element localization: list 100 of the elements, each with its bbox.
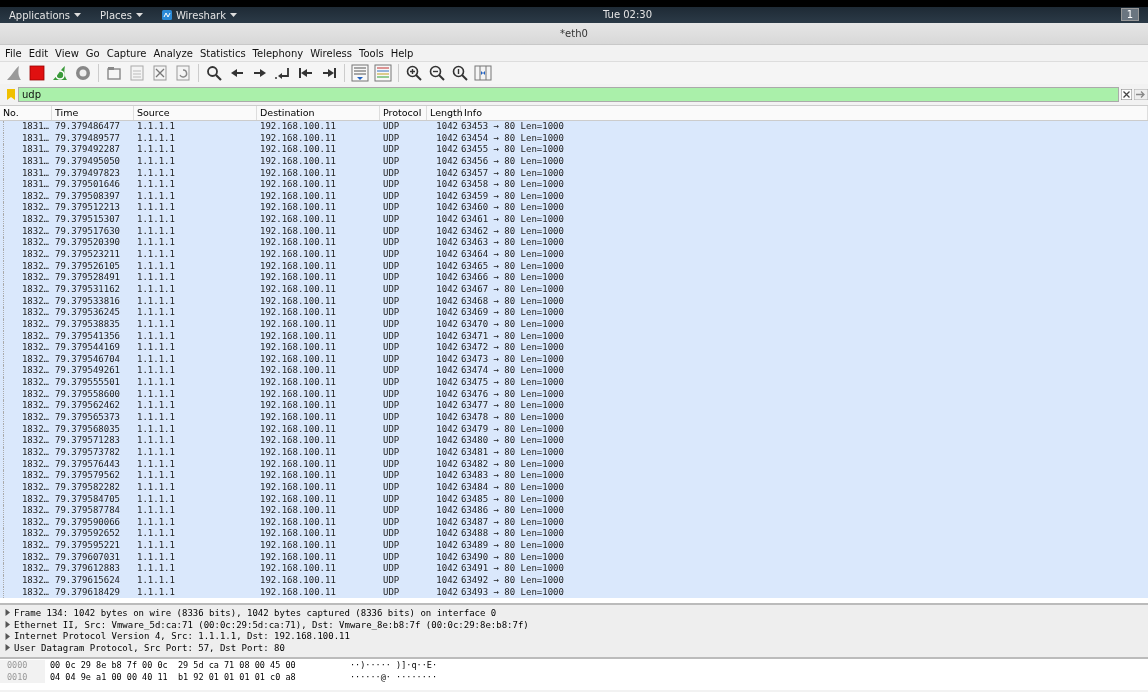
colorize-icon[interactable] <box>373 63 393 83</box>
detail-line[interactable]: User Datagram Protocol, Src Port: 57, Dst Port: 80 <box>14 642 285 653</box>
table-cell-text: 1.1.1.1 <box>136 446 176 459</box>
table-cell-text: 63463 → 80 Len=1000 <box>461 237 565 250</box>
table-cell-text: UDP <box>382 586 401 599</box>
menu-item[interactable]: Capture <box>106 47 147 59</box>
table-cell-text: 63482 → 80 Len=1000 <box>461 458 565 471</box>
autoscroll-icon[interactable] <box>350 63 370 83</box>
display-filter-field[interactable]: udp <box>18 87 1119 102</box>
table-cell-text: 1042 <box>435 563 459 575</box>
table-cell-text: 192.168.100.11 <box>259 155 337 168</box>
table-cell-text: UDP <box>382 190 401 203</box>
reload-icon[interactable] <box>173 63 193 83</box>
column-header[interactable]: Destination <box>257 106 380 120</box>
table-cell-text: UDP <box>382 237 401 250</box>
table-cell-text: UDP <box>382 446 401 459</box>
search-icon[interactable] <box>204 63 224 83</box>
zoom-in-icon[interactable] <box>404 63 424 83</box>
table-cell-text: 192.168.100.11 <box>259 446 337 459</box>
table-cell-text: 1042 <box>435 295 459 308</box>
table-cell-text: 192.168.100.11 <box>259 528 337 541</box>
table-cell-text: 1042 <box>435 330 459 343</box>
close-icon[interactable] <box>150 63 170 83</box>
detail-line[interactable]: Frame 134: 1042 bytes on wire (8336 bits), 1042 bytes captured (8336 bits) on interface 0 <box>14 607 497 618</box>
table-cell-text: UDP <box>382 388 401 401</box>
table-cell-text: 1.1.1.1 <box>136 493 176 506</box>
expander-icon[interactable] <box>4 609 11 617</box>
table-cell: 1832… <box>3 342 52 354</box>
table-cell-text: 63481 → 80 Len=1000 <box>461 446 565 459</box>
column-header[interactable]: Info <box>461 106 1148 120</box>
menu-item[interactable]: Tools <box>359 47 384 59</box>
table-cell-text: 1.1.1.1 <box>136 121 176 133</box>
workspace-indicator[interactable]: 1 <box>1120 8 1139 21</box>
table-cell-text: 63476 → 80 Len=1000 <box>461 388 565 401</box>
table-cell-text: 1.1.1.1 <box>136 155 176 168</box>
table-cell-text: 79.379501646 <box>54 179 122 191</box>
table-cell: 1832… <box>3 446 52 459</box>
expander-icon[interactable] <box>4 644 11 652</box>
table-cell-text: 1042 <box>435 179 459 191</box>
zoom-reset-icon[interactable] <box>450 63 470 83</box>
top-menu[interactable]: Wireshark <box>175 9 226 21</box>
table-cell-text: 79.379612883 <box>54 563 122 575</box>
top-menu[interactable]: Applications <box>9 9 71 21</box>
top-menu[interactable]: Places <box>100 9 132 21</box>
table-cell-text: 63474 → 80 Len=1000 <box>461 365 565 378</box>
table-cell-text: 192.168.100.11 <box>259 225 337 238</box>
clock[interactable]: Tue 02:30 <box>603 9 653 20</box>
column-header[interactable]: Protocol <box>380 106 427 120</box>
detail-line[interactable]: Internet Protocol Version 4, Src: 1.1.1.1, Dst: 192.168.100.11 <box>14 631 350 642</box>
zoom-out-icon[interactable] <box>427 63 447 83</box>
table-cell-text: 1042 <box>435 586 459 599</box>
table-cell-text: UDP <box>382 470 401 482</box>
menu-item[interactable]: Statistics <box>199 47 246 59</box>
detail-line[interactable]: Ethernet II, Src: Vmware_5d:ca:71 (00:0c:29:5d:ca:71), Dst: Vmware_8e:b8:7f (00:0c:29:8e:b8:7f) <box>14 619 529 630</box>
table-cell-text: 79.379492287 <box>54 144 122 156</box>
menu-item[interactable]: File <box>5 47 22 59</box>
menu-item[interactable]: Analyze <box>153 47 193 59</box>
table-cell-text: 1.1.1.1 <box>136 400 176 412</box>
table-cell-text: 79.379541356 <box>54 330 122 343</box>
table-cell-text: UDP <box>382 272 401 284</box>
table-cell-text: 192.168.100.11 <box>259 563 337 575</box>
table-cell-text: 63492 → 80 Len=1000 <box>461 575 565 587</box>
menu-item[interactable]: Wireless <box>310 47 352 59</box>
restart-icon[interactable] <box>50 63 70 83</box>
table-cell-text: 192.168.100.11 <box>259 307 337 319</box>
table-cell-text: 79.379486477 <box>54 121 122 133</box>
table-cell-text: 79.379508397 <box>54 190 122 203</box>
table-cell-text: UDP <box>382 225 401 238</box>
expander-icon[interactable] <box>4 621 11 629</box>
table-cell-text: 1.1.1.1 <box>136 295 176 308</box>
table-cell-text: 79.379546704 <box>54 353 122 366</box>
stop-icon[interactable] <box>27 63 47 83</box>
table-cell-text: 192.168.100.11 <box>259 435 337 447</box>
menu-item[interactable]: Go <box>85 47 100 59</box>
table-cell: 1831… <box>3 155 52 168</box>
table-cell-text: 192.168.100.11 <box>259 283 337 296</box>
expander-icon[interactable] <box>4 632 11 640</box>
table-cell-text: 1042 <box>435 540 459 552</box>
table-cell: 1832… <box>3 575 52 587</box>
table-cell-text: UDP <box>382 179 401 191</box>
column-header[interactable]: Source <box>134 106 257 120</box>
table-cell-text: 1042 <box>435 121 459 133</box>
table-cell-text: 63489 → 80 Len=1000 <box>461 540 565 552</box>
table-cell-text: 63487 → 80 Len=1000 <box>461 516 565 529</box>
table-cell-text: 1.1.1.1 <box>136 516 176 529</box>
menu-item[interactable]: Edit <box>28 47 49 59</box>
column-header[interactable]: Length <box>427 106 461 120</box>
column-header[interactable]: No. <box>0 106 52 120</box>
clear-icon[interactable] <box>1121 89 1132 100</box>
menu-item[interactable]: Help <box>390 47 414 59</box>
table-cell-text: 63480 → 80 Len=1000 <box>461 435 565 447</box>
shark-fin-icon[interactable] <box>4 63 24 83</box>
table-cell-text: 192.168.100.11 <box>259 493 337 506</box>
menu-item[interactable]: Telephony <box>252 47 304 59</box>
menu-item[interactable]: View <box>55 47 79 59</box>
table-cell-text: UDP <box>382 121 401 133</box>
table-cell-text: UDP <box>382 295 401 308</box>
column-header[interactable]: Time <box>52 106 134 120</box>
table-cell-text: 63466 → 80 Len=1000 <box>461 272 565 284</box>
table-cell-text: 79.379523211 <box>54 249 122 261</box>
